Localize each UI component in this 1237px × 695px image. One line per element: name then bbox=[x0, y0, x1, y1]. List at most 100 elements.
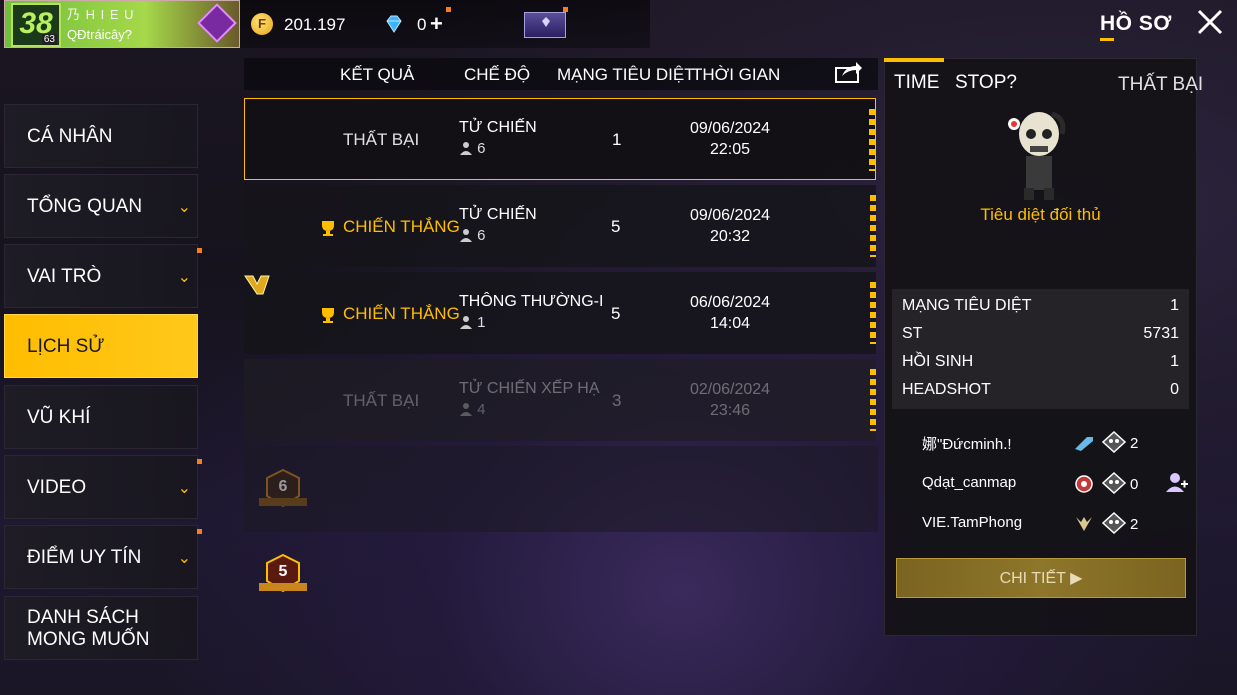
table-row-content: THẤT BẠI TỬ CHIẾN XẾP HẠ 4 3 02/06/2024 … bbox=[244, 359, 876, 441]
share-icon[interactable] bbox=[834, 60, 864, 84]
teammate-name[interactable]: 娜"Đứcminh.! bbox=[922, 433, 1012, 454]
tab-underline bbox=[1100, 38, 1114, 41]
panel-accent bbox=[884, 58, 944, 62]
chevron-down-icon: ⌄ bbox=[177, 199, 191, 216]
row-time: 20:32 bbox=[709, 228, 751, 245]
row-kills: 1 bbox=[612, 130, 622, 149]
weapon-icon bbox=[1075, 437, 1093, 451]
tab-profile[interactable]: HỒ SƠ bbox=[1100, 12, 1172, 36]
stat-value-headshot: 0 bbox=[1170, 381, 1179, 398]
row-mode: TỬ CHIẾN XẾP HẠ bbox=[459, 380, 600, 397]
guild-emblem-icon bbox=[197, 3, 237, 43]
row-date: 09/06/2024 bbox=[689, 207, 771, 224]
sidebar-item-video[interactable]: VIDEO ⌄ bbox=[4, 455, 198, 519]
row-time: 23:46 bbox=[709, 402, 751, 419]
row-mode: TỬ CHIẾN bbox=[459, 119, 537, 136]
chevron-down-icon: ⌄ bbox=[177, 480, 191, 497]
sidebar-item-roles[interactable]: VAI TRÒ ⌄ bbox=[4, 244, 198, 308]
player-status: QĐtráicây? bbox=[67, 27, 133, 42]
vault-icon[interactable] bbox=[524, 12, 566, 38]
row-kills: 3 bbox=[612, 391, 622, 410]
stat-label-headshot: HEADSHOT bbox=[902, 381, 991, 398]
trophy-icon bbox=[322, 221, 334, 236]
row-kills: 5 bbox=[611, 217, 621, 236]
skull-icon bbox=[1102, 512, 1126, 534]
booyah-count: 5 bbox=[278, 563, 288, 580]
sidebar-item-label: CÁ NHÂN bbox=[27, 126, 113, 147]
column-header-kills: MẠNG TIÊU DIỆT bbox=[557, 65, 695, 84]
weapon-icon bbox=[1076, 517, 1092, 531]
row-date: 09/06/2024 bbox=[689, 120, 771, 137]
row-players: 6 bbox=[459, 227, 486, 244]
level-badge: 38 63 bbox=[11, 3, 61, 47]
table-row[interactable] bbox=[244, 272, 876, 354]
teammate-name[interactable]: VIE.TamPhong bbox=[922, 514, 1022, 531]
column-header-result: KẾT QUẢ bbox=[340, 65, 415, 84]
skull-mascot-icon bbox=[1008, 111, 1066, 200]
row-player-count: 1 bbox=[477, 314, 486, 331]
player-name: 乃 H I E U bbox=[67, 7, 135, 22]
detail-time-label: TIME bbox=[894, 72, 940, 93]
notification-dot bbox=[197, 459, 202, 464]
column-header-mode: CHẾ ĐỘ bbox=[464, 65, 531, 84]
sidebar-item-label: VŨ KHÍ bbox=[27, 407, 91, 428]
stat-label-kills: MẠNG TIÊU DIỆT bbox=[902, 297, 1032, 314]
sidebar-item-personal[interactable]: CÁ NHÂN bbox=[4, 104, 198, 168]
row-date: 02/06/2024 bbox=[689, 381, 771, 398]
trophy-icon bbox=[322, 308, 334, 323]
sidebar-item-overview[interactable]: TỔNG QUAN ⌄ bbox=[4, 174, 198, 238]
topup-button[interactable]: + bbox=[430, 11, 443, 37]
sidebar-item-label: VAI TRÒ bbox=[27, 266, 102, 287]
row-player-count: 6 bbox=[477, 227, 486, 244]
booyah-badge-icon: 6 bbox=[253, 466, 313, 516]
row-players: 6 bbox=[459, 140, 486, 157]
player-icon bbox=[460, 403, 472, 416]
teammate-kills: 2 bbox=[1130, 435, 1139, 452]
notification-dot bbox=[563, 7, 568, 12]
table-row[interactable] bbox=[244, 98, 876, 180]
row-result: THẤT BẠI bbox=[343, 130, 420, 149]
row-time: 14:04 bbox=[709, 315, 751, 332]
player-banner[interactable]: 38 63 乃 H I E U QĐtráicây? bbox=[4, 0, 240, 48]
sidebar-item-label: LỊCH SỬ bbox=[27, 336, 105, 357]
history-list-tail bbox=[244, 446, 878, 532]
player-icon bbox=[460, 229, 472, 242]
row-mode: THÔNG THƯỜNG-I bbox=[459, 293, 604, 310]
stat-label-revives: HỒI SINH bbox=[902, 353, 974, 370]
teammate-name[interactable]: Qdạt_canmap bbox=[922, 474, 1016, 491]
table-row[interactable] bbox=[244, 185, 876, 267]
detail-button-text: CHI TIẾT bbox=[999, 570, 1066, 587]
play-arrow-icon: ▶ bbox=[1070, 570, 1083, 587]
skull-icon bbox=[1102, 472, 1126, 494]
row-player-count: 6 bbox=[477, 140, 486, 157]
close-glyph-icon bbox=[1197, 9, 1223, 35]
sidebar-item-history[interactable]: LỊCH SỬ bbox=[4, 314, 198, 378]
row-result: THẤT BẠI bbox=[343, 391, 420, 410]
sidebar-item-wishlist[interactable]: DANH SÁCH MONG MUỐN bbox=[4, 596, 198, 660]
row-time: 22:05 bbox=[709, 141, 751, 158]
skull-icon bbox=[1102, 431, 1126, 453]
sidebar-item-label: DANH SÁCH MONG MUỐN bbox=[27, 607, 149, 651]
stat-value-revives: 1 bbox=[1170, 353, 1179, 370]
sidebar-item-reputation[interactable]: ĐIỂM UY TÍN ⌄ bbox=[4, 525, 198, 589]
player-icon bbox=[460, 142, 472, 155]
close-icon[interactable] bbox=[1196, 8, 1224, 38]
row-result: CHIẾN THẮNG bbox=[343, 217, 460, 236]
wishlist-label-line2: MONG MUỐN bbox=[27, 629, 150, 650]
stat-label-damage: ST bbox=[902, 325, 923, 342]
notification-dot bbox=[197, 529, 202, 534]
sidebar-item-weapons[interactable]: VŨ KHÍ bbox=[4, 385, 198, 449]
sidebar-item-label: TỔNG QUAN bbox=[27, 196, 143, 217]
player-icon bbox=[460, 316, 472, 329]
stat-value-kills: 1 bbox=[1170, 297, 1179, 314]
row-stripes bbox=[869, 109, 875, 171]
gold-coin-icon: F bbox=[251, 13, 273, 35]
add-friend-icon[interactable] bbox=[1165, 471, 1189, 493]
wishlist-label-line1: DANH SÁCH bbox=[27, 607, 139, 628]
diamond-icon bbox=[386, 15, 402, 33]
row-stripes bbox=[870, 282, 876, 344]
diamond-amount: 0 bbox=[417, 15, 427, 34]
mvp-badge-icon bbox=[244, 275, 270, 295]
detail-result: THẤT BẠI bbox=[1118, 74, 1204, 95]
sidebar-item-label: ĐIỂM UY TÍN bbox=[27, 547, 142, 568]
